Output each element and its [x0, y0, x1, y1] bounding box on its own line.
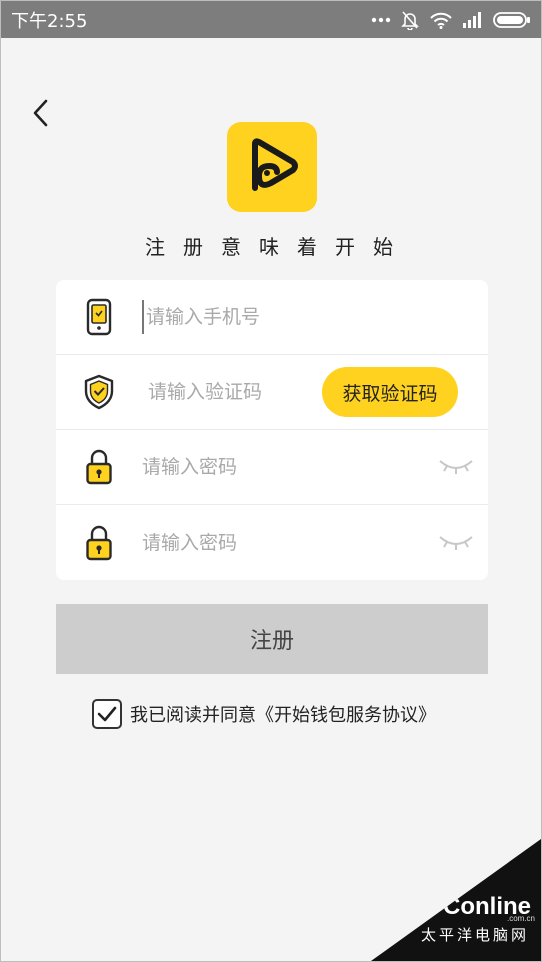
back-button[interactable]: [23, 93, 57, 133]
battery-icon: [493, 11, 530, 28]
phone-row: [56, 280, 488, 355]
confirm-password-input[interactable]: [142, 525, 342, 560]
lock-icon: [82, 447, 116, 487]
password-input[interactable]: [142, 450, 342, 484]
more-dots-icon: [371, 17, 391, 22]
password-row: [56, 430, 488, 505]
checkmark-icon: [97, 706, 117, 722]
confirm-password-row: [56, 505, 488, 580]
slogan: 注册意味着开始: [145, 235, 411, 259]
code-input[interactable]: [148, 375, 308, 409]
eye-closed-icon[interactable]: [438, 456, 474, 478]
eye-closed-icon[interactable]: [438, 532, 474, 554]
phone-input[interactable]: [142, 300, 342, 334]
status-bar: 下午2:55: [1, 1, 541, 38]
lock-icon: [82, 523, 116, 563]
agreement-text[interactable]: 我已阅读并同意《开始钱包服务协议》: [130, 701, 436, 727]
status-icons: [371, 10, 531, 30]
app-logo-icon: [252, 138, 298, 191]
watermark: PConline .com.cn 太平洋电脑网: [371, 839, 541, 961]
status-time: 下午2:55: [11, 10, 88, 32]
wifi-icon: [430, 12, 452, 29]
chevron-left-icon: [33, 99, 48, 127]
phone-icon: [82, 297, 116, 337]
app-logo: [227, 122, 317, 212]
bell-muted-icon: [401, 10, 419, 30]
agreement-checkbox[interactable]: [92, 699, 122, 729]
shield-check-icon: [82, 372, 116, 412]
watermark-subtitle: 太平洋电脑网: [420, 926, 529, 944]
code-row: 获取验证码: [56, 355, 488, 430]
agreement-row: 我已阅读并同意《开始钱包服务协议》: [92, 698, 436, 730]
get-code-button[interactable]: 获取验证码: [322, 367, 458, 417]
register-button[interactable]: 注册: [56, 604, 488, 674]
watermark-domain: .com.cn: [506, 914, 535, 923]
signal-icon: [463, 11, 481, 28]
register-form: 获取验证码: [56, 280, 488, 580]
